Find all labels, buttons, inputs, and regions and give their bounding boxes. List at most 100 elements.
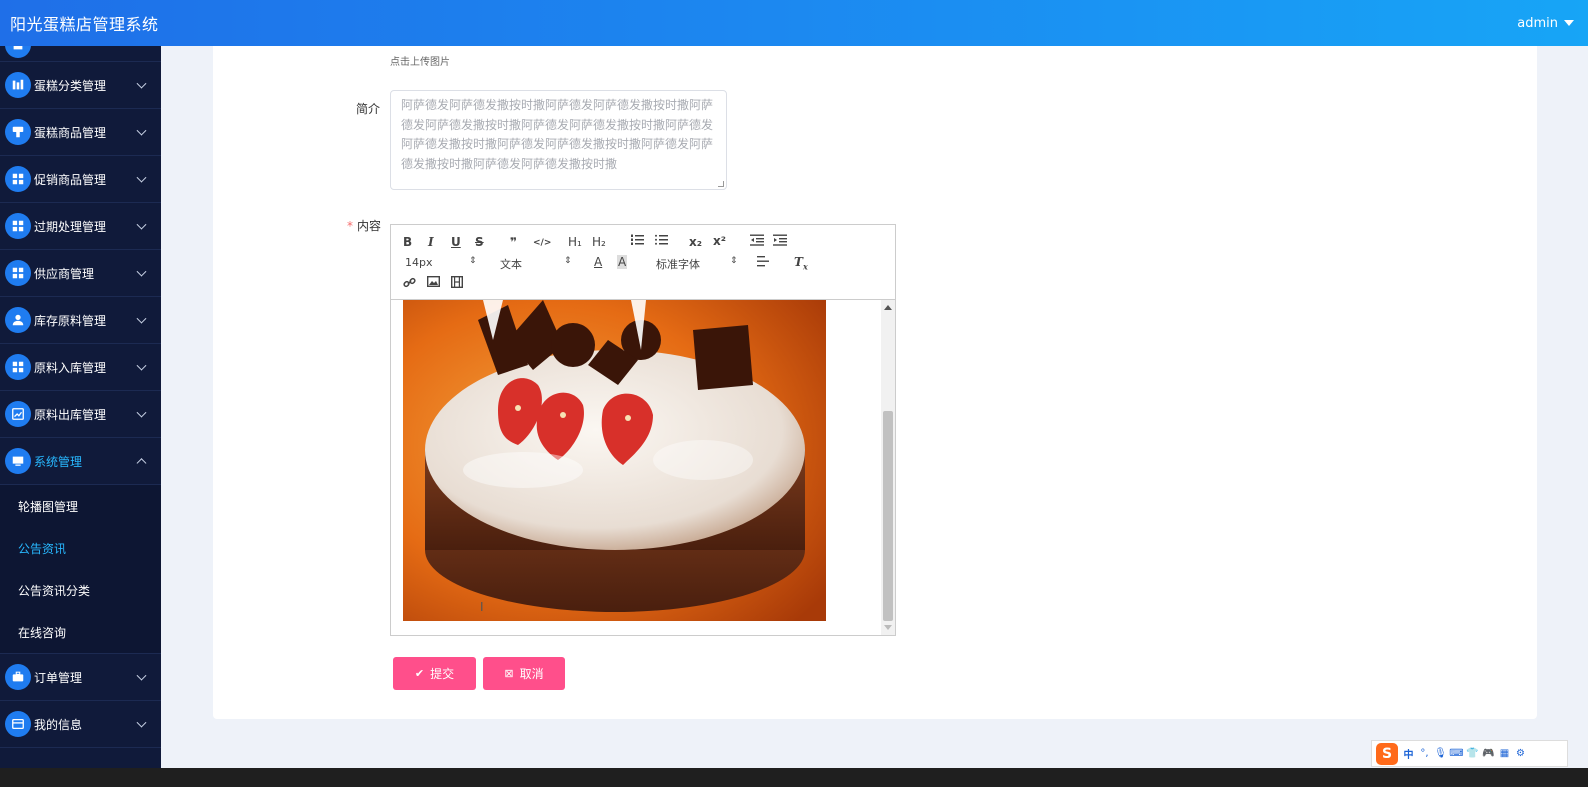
resize-grip-icon[interactable]	[718, 181, 724, 187]
bold-button[interactable]: B	[403, 235, 412, 249]
form-card: 点击上传图片 简介 阿萨德发阿萨德发撒按时撒阿萨德发阿萨德发撒按时撒阿萨德发阿萨…	[213, 46, 1537, 719]
sidebar-item-partial[interactable]	[0, 46, 161, 62]
settings-gear-icon[interactable]: ⚙	[1515, 748, 1526, 759]
strike-button[interactable]: S	[475, 235, 484, 249]
sidebar-item-promotion[interactable]: 促销商品管理	[0, 156, 161, 203]
submenu-item-consult[interactable]: 在线咨询	[0, 611, 161, 653]
user-icon	[5, 307, 31, 333]
text-cursor-icon: I	[480, 600, 484, 614]
skin-icon[interactable]: 👕	[1466, 748, 1478, 759]
chevron-down-icon	[136, 360, 147, 371]
chevron-down-icon	[136, 717, 147, 728]
updown-arrow-icon: ⇕	[564, 256, 572, 266]
monitor-icon	[5, 448, 31, 474]
editor-content[interactable]: I	[391, 300, 895, 635]
user-menu[interactable]: admin	[1517, 16, 1574, 31]
upload-hint[interactable]: 点击上传图片	[390, 53, 450, 68]
superscript-button[interactable]: x²	[713, 234, 726, 248]
sidebar-item-label: 系统管理	[34, 454, 83, 469]
updown-arrow-icon: ⇕	[730, 256, 738, 266]
updown-arrow-icon: ⇕	[469, 256, 477, 266]
sidebar-item-cake-goods[interactable]: 蛋糕商品管理	[0, 109, 161, 156]
cake-image[interactable]	[403, 300, 826, 621]
microphone-icon[interactable]: 🎙	[1434, 748, 1447, 759]
sidebar-item-inventory[interactable]: 库存原料管理	[0, 297, 161, 344]
scroll-thumb[interactable]	[883, 411, 893, 621]
subscript-button[interactable]: x₂	[689, 235, 702, 249]
ime-toolbar[interactable]: S 中 °, 🎙 ⌨ 👕 🎮 ▦ ⚙	[1371, 740, 1568, 767]
chevron-down-icon	[136, 407, 147, 418]
clear-format-icon[interactable]: Tx	[794, 255, 808, 273]
intro-textarea[interactable]: 阿萨德发阿萨德发撒按时撒阿萨德发阿萨德发撒按时撒阿萨德发阿萨德发撒按时撒阿萨德发…	[390, 90, 727, 190]
background-color-icon[interactable]: A	[617, 255, 628, 269]
code-button[interactable]: </>	[533, 236, 551, 250]
scroll-down-arrow-icon[interactable]	[884, 625, 892, 630]
sidebar-item-label: 库存原料管理	[34, 313, 107, 328]
os-taskbar	[0, 768, 1588, 787]
h2-button[interactable]: H₂	[592, 235, 606, 249]
editor-toolbar: B I U S ❞ </> H₁ H₂ x₂ x² 14px ⇕ 文本 ⇕ A …	[391, 225, 895, 300]
indent-icon[interactable]	[773, 234, 787, 249]
submit-label: 提交	[430, 667, 455, 681]
submit-button[interactable]: ✔ 提交	[393, 657, 476, 690]
chevron-down-icon	[136, 78, 147, 89]
h1-button[interactable]: H₁	[568, 235, 582, 249]
scroll-up-arrow-icon[interactable]	[884, 305, 892, 310]
editor-scrollbar[interactable]	[881, 300, 895, 635]
sidebar-item-label: 促销商品管理	[34, 172, 107, 187]
check-icon: ✔	[414, 668, 425, 680]
image-icon[interactable]	[426, 275, 441, 290]
outdent-icon[interactable]	[750, 234, 764, 249]
sidebar-item-label: 蛋糕商品管理	[34, 125, 107, 140]
sidebar-item-my-info[interactable]: 我的信息	[0, 701, 161, 748]
ime-lang-indicator[interactable]: 中	[1403, 748, 1414, 761]
chevron-up-icon	[136, 458, 147, 469]
punctuation-icon[interactable]: °,	[1419, 748, 1430, 759]
grid-icon	[5, 166, 31, 192]
font-family-value: 标准字体	[656, 258, 700, 271]
chevron-down-icon	[136, 670, 147, 681]
apps-grid-icon[interactable]: ▦	[1499, 748, 1510, 759]
submenu-item-carousel[interactable]: 轮播图管理	[0, 485, 161, 527]
sidebar-item-label: 原料出库管理	[34, 407, 107, 422]
sogou-logo-icon: S	[1376, 742, 1398, 765]
sidebar-item-supplier[interactable]: 供应商管理	[0, 250, 161, 297]
sidebar-item-stock-in[interactable]: 原料入库管理	[0, 344, 161, 391]
font-family-select[interactable]: 标准字体 ⇕	[656, 256, 738, 272]
chevron-down-icon	[136, 266, 147, 277]
sidebar-item-orders[interactable]: 订单管理	[0, 654, 161, 701]
quote-button[interactable]: ❞	[510, 235, 517, 249]
intro-label: 简介	[356, 102, 381, 116]
sidebar-item-stock-out[interactable]: 原料出库管理	[0, 391, 161, 438]
font-size-value: 14px	[405, 256, 433, 269]
bullet-list-icon[interactable]	[654, 234, 668, 249]
ordered-list-icon[interactable]	[630, 234, 644, 249]
tag-icon	[5, 119, 31, 145]
keyboard-icon[interactable]: ⌨	[1449, 748, 1463, 759]
sidebar-item-cake-category[interactable]: 蛋糕分类管理	[0, 62, 161, 109]
submenu-item-news-category[interactable]: 公告资讯分类	[0, 569, 161, 611]
sidebar-item-expired[interactable]: 过期处理管理	[0, 203, 161, 250]
gamepad-icon[interactable]: 🎮	[1482, 748, 1494, 759]
align-icon[interactable]	[757, 256, 769, 270]
username: admin	[1517, 15, 1558, 31]
grid-icon	[5, 213, 31, 239]
home-icon	[5, 46, 31, 58]
submenu-item-news[interactable]: 公告资讯	[0, 527, 161, 569]
trend-icon	[5, 401, 31, 427]
underline-button[interactable]: U	[451, 235, 461, 249]
text-type-select[interactable]: 文本 ⇕	[500, 256, 572, 272]
cancel-label: 取消	[519, 667, 544, 681]
rich-text-editor[interactable]: B I U S ❞ </> H₁ H₂ x₂ x² 14px ⇕ 文本 ⇕ A …	[390, 224, 896, 636]
sidebar-item-label: 原料入库管理	[34, 360, 107, 375]
sidebar-item-system[interactable]: 系统管理	[0, 438, 161, 485]
font-color-icon[interactable]: A	[594, 255, 602, 269]
italic-button[interactable]: I	[428, 235, 434, 249]
briefcase-icon	[5, 664, 31, 690]
link-icon[interactable]	[403, 276, 416, 292]
font-size-select[interactable]: 14px ⇕	[405, 256, 477, 269]
chevron-down-icon	[136, 172, 147, 183]
sidebar-item-label: 订单管理	[34, 670, 83, 685]
video-icon[interactable]	[450, 275, 464, 291]
cancel-button[interactable]: ⊠ 取消	[483, 657, 565, 690]
